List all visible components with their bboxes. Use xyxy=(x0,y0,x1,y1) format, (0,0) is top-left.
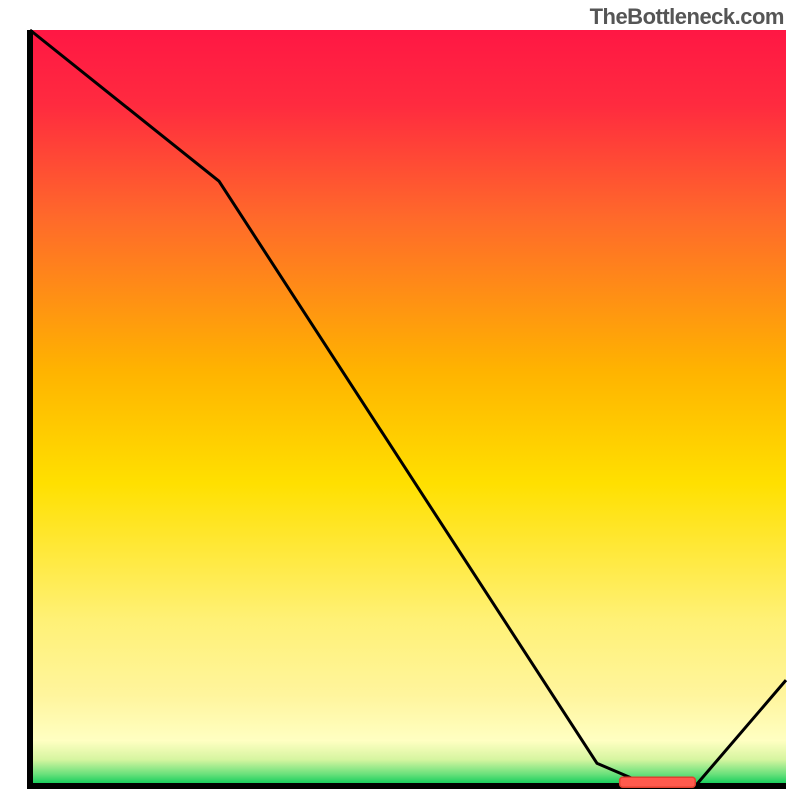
optimal-marker xyxy=(620,777,696,787)
plot-background xyxy=(30,30,786,786)
chart-svg xyxy=(0,0,800,800)
bottleneck-chart: TheBottleneck.com xyxy=(0,0,800,800)
